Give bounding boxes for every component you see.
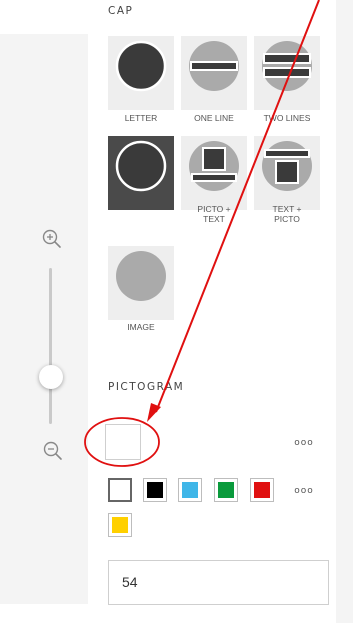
tile-label: PICTO + TEXT [197, 204, 231, 224]
image-icon [115, 250, 167, 302]
cap-option-two-lines[interactable]: TWO LINES [254, 36, 320, 123]
zoom-panel [0, 0, 88, 623]
tile-label: PICTOGRAM [115, 214, 167, 224]
pictogram-icon [115, 140, 167, 192]
text-picto-icon [261, 140, 313, 192]
color-swatch-white[interactable] [108, 478, 132, 502]
pictogram-selector[interactable] [105, 424, 141, 460]
cap-section-title: CAP [108, 5, 134, 17]
cap-option-pictogram[interactable]: PICTOGRAM [108, 136, 174, 224]
tile-label: IMAGE [127, 322, 155, 332]
tile-label: TWO LINES [263, 113, 311, 123]
zoom-slider-thumb[interactable] [39, 365, 63, 389]
zoom-panel-background [0, 34, 88, 604]
swatch-fill [182, 482, 198, 498]
color-swatch-black[interactable] [143, 478, 167, 502]
two-lines-icon [261, 40, 313, 92]
color-swatch-red[interactable] [250, 478, 274, 502]
picto-text-icon [188, 140, 240, 192]
swatch-fill [254, 482, 270, 498]
zoom-in-icon[interactable] [41, 228, 63, 250]
zoom-out-icon[interactable] [42, 440, 64, 462]
cap-option-one-line[interactable]: ONE LINE [181, 36, 247, 123]
pictogram-section-title: PICTOGRAM [108, 381, 185, 393]
cap-option-image[interactable]: IMAGE [108, 246, 174, 332]
swatch-fill [112, 482, 128, 498]
pictogram-size-input[interactable]: 54 [108, 560, 329, 605]
letter-icon [115, 40, 167, 92]
swatch-fill [112, 517, 128, 533]
annotation-arrow-head [147, 403, 161, 422]
color-swatch-light-blue[interactable] [178, 478, 202, 502]
one-line-icon [188, 40, 240, 92]
zoom-slider-track[interactable] [49, 268, 52, 424]
tile-label: LETTER [124, 113, 158, 123]
color-swatch-yellow[interactable] [108, 513, 132, 537]
swatch-fill [218, 482, 234, 498]
cap-option-picto-text[interactable]: PICTO + TEXT [181, 136, 247, 224]
cap-option-letter[interactable]: LETTER [108, 36, 174, 123]
tile-label: TEXT + PICTO [272, 204, 302, 224]
colors-more-button[interactable]: ooo [291, 485, 317, 497]
swatch-fill [147, 482, 163, 498]
pictogram-more-button[interactable]: ooo [291, 437, 317, 449]
cap-option-text-picto[interactable]: TEXT + PICTO [254, 136, 320, 224]
color-swatch-green[interactable] [214, 478, 238, 502]
tile-label: ONE LINE [194, 113, 234, 123]
scroll-gutter [336, 0, 353, 623]
